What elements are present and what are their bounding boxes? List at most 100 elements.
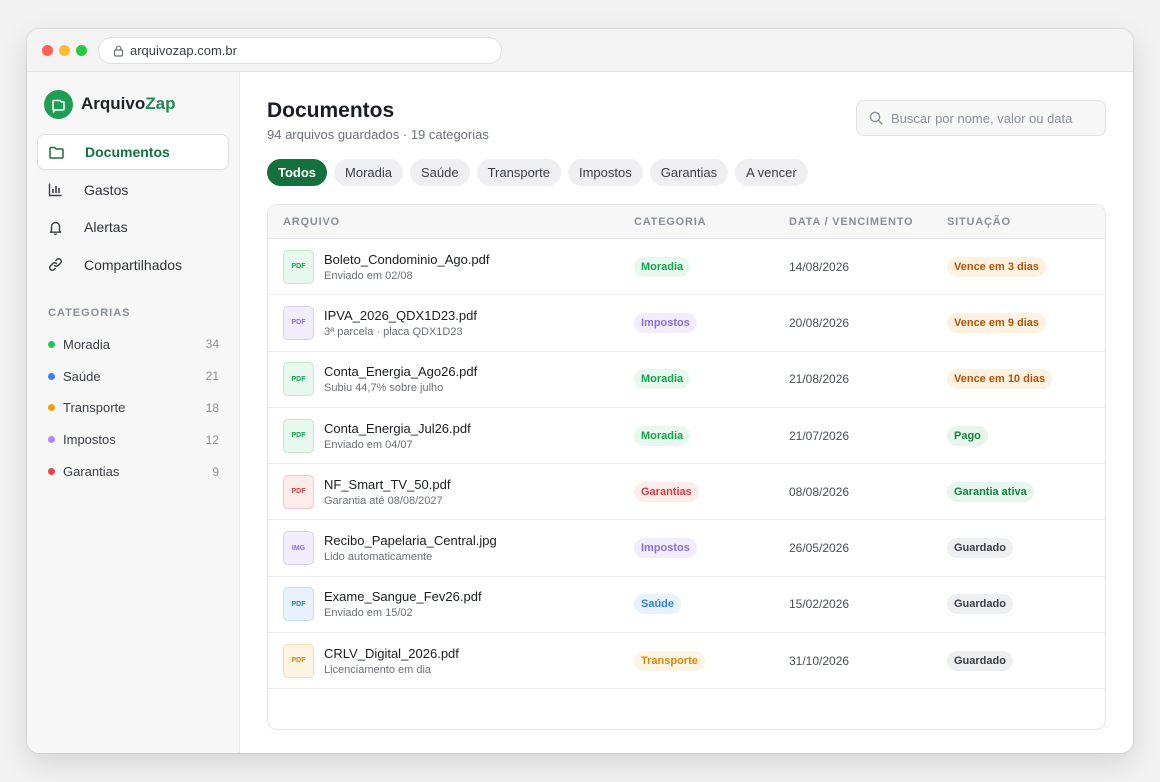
file-subtitle: Enviado em 02/08: [324, 269, 413, 282]
sidebar-item-alertas[interactable]: Alertas: [37, 209, 229, 245]
file-subtitle: Licenciamento em dia: [324, 663, 432, 676]
file-cell: PDF Conta_Energia_Ago26.pdf Subiu 44,7% so…: [268, 362, 634, 397]
sidebar-item-compartilhados[interactable]: Compartilhados: [37, 247, 229, 283]
file-name[interactable]: CRLV_Digital_2026.pdf: [324, 646, 459, 661]
address-bar[interactable]: arquivozap.com.br: [98, 37, 502, 64]
category-item-garantias[interactable]: Garantias 9: [37, 456, 229, 488]
filter-chip-garantias[interactable]: Garantias: [649, 159, 729, 186]
table-row[interactable]: PDF IPVA_2026_QDX1D23.pdf 3ª parcela · pla…: [268, 295, 1105, 352]
date-cell: 21/08/2026: [789, 370, 947, 388]
table-row[interactable]: PDF Conta_Energia_Jul26.pdf Enviado em 04/…: [268, 408, 1105, 465]
brand-name-accent: Zap: [145, 94, 176, 113]
file-name[interactable]: Recibo_Papelaria_Central.jpg: [324, 533, 497, 548]
table-row[interactable]: PDF Conta_Energia_Ago26.pdf Subiu 44,7% so…: [268, 352, 1105, 408]
bell-icon: [47, 219, 74, 236]
image-file-icon: IMG: [283, 531, 314, 566]
filter-chip-moradia[interactable]: Moradia: [334, 159, 403, 186]
column-header-status[interactable]: SITUAÇÃO: [947, 216, 1105, 228]
file-name[interactable]: Conta_Energia_Ago26.pdf: [324, 364, 477, 379]
category-badge[interactable]: Saúde: [634, 594, 682, 615]
page-title: Documentos: [267, 99, 395, 122]
categories-heading: CATEGORIAS: [48, 306, 131, 319]
sidebar-item-label: Documentos: [85, 144, 170, 160]
table-row[interactable]: PDF Exame_Sangue_Fev26.pdf Enviado em 15/0…: [268, 577, 1105, 634]
close-window-button[interactable]: [42, 45, 53, 56]
filter-chip-saude[interactable]: Saúde: [410, 159, 470, 186]
table-row[interactable]: PDF Boleto_Condominio_Ago.pdf Enviado em 0…: [268, 239, 1105, 296]
file-name[interactable]: Exame_Sangue_Fev26.pdf: [324, 589, 482, 604]
pdf-file-icon: PDF: [283, 362, 314, 397]
due-date: 31/10/2026: [789, 653, 850, 668]
filter-chip-todos[interactable]: Todos: [267, 159, 328, 186]
status-cell: Guardado: [947, 594, 1105, 615]
category-badge[interactable]: Moradia: [634, 369, 691, 390]
search-input[interactable]: Buscar por nome, valor ou data: [856, 100, 1106, 136]
table-row[interactable]: IMG Recibo_Papelaria_Central.jpg Lido auto…: [268, 520, 1105, 577]
minimize-window-button[interactable]: [59, 45, 70, 56]
file-text: Recibo_Papelaria_Central.jpg Lido automat…: [324, 533, 497, 563]
category-cell: Transporte: [634, 650, 789, 671]
file-text: Boleto_Condominio_Ago.pdf Enviado em 02/0…: [324, 252, 490, 282]
category-item-saude[interactable]: Saúde 21: [37, 360, 229, 392]
category-badge[interactable]: Transporte: [634, 650, 705, 671]
category-cell: Moradia: [634, 425, 789, 446]
date-cell: 26/05/2026: [789, 539, 947, 557]
file-subtitle: Garantia até 08/08/2027: [324, 494, 443, 507]
category-badge[interactable]: Impostos: [634, 538, 697, 559]
folder-icon: [48, 144, 75, 161]
file-subtitle: Lido automaticamente: [324, 551, 433, 564]
category-count: 12: [205, 432, 219, 447]
category-count: 34: [205, 337, 219, 352]
table-row[interactable]: PDF CRLV_Digital_2026.pdf Licenciamento em…: [268, 633, 1105, 690]
filter-chip-impostos[interactable]: Impostos: [567, 159, 643, 186]
file-text: Conta_Energia_Ago26.pdf Subiu 44,7% sobre…: [324, 364, 477, 394]
status-cell: Pago: [947, 425, 1105, 446]
category-color-dot: [48, 372, 55, 380]
status-badge: Vence em 10 dias: [947, 369, 1053, 390]
date-cell: 14/08/2026: [789, 258, 947, 276]
maximize-window-button[interactable]: [76, 45, 87, 56]
pdf-file-icon: PDF: [283, 305, 314, 340]
table-row[interactable]: PDF NF_Smart_TV_50.pdf Garantia até 08/08/…: [268, 464, 1105, 521]
filter-chip-a-vencer[interactable]: A vencer: [735, 159, 808, 186]
column-header-file[interactable]: ARQUIVO: [268, 216, 634, 228]
file-name[interactable]: Conta_Energia_Jul26.pdf: [324, 421, 471, 436]
pdf-file-icon: PDF: [283, 587, 314, 622]
file-text: IPVA_2026_QDX1D23.pdf 3ª parcela · placa …: [324, 308, 477, 338]
sidebar-item-documentos[interactable]: Documentos: [37, 134, 229, 170]
sidebar-item-gastos[interactable]: Gastos: [37, 172, 229, 208]
category-item-transporte[interactable]: Transporte 18: [37, 392, 229, 424]
brand[interactable]: ArquivoZap: [44, 89, 229, 119]
browser-window: arquivozap.com.br ArquivoZap Documentos G…: [27, 29, 1133, 753]
category-label: Garantias: [63, 464, 120, 480]
category-badge[interactable]: Garantias: [634, 481, 699, 502]
category-badge[interactable]: Impostos: [634, 312, 697, 333]
status-badge: Guardado: [947, 650, 1013, 671]
pdf-file-icon: PDF: [283, 474, 314, 509]
file-name[interactable]: Boleto_Condominio_Ago.pdf: [324, 252, 490, 267]
date-cell: 20/08/2026: [789, 314, 947, 332]
category-badge[interactable]: Moradia: [634, 425, 691, 446]
category-cell: Moradia: [634, 369, 789, 390]
file-name[interactable]: IPVA_2026_QDX1D23.pdf: [324, 308, 477, 323]
file-name[interactable]: NF_Smart_TV_50.pdf: [324, 477, 450, 492]
category-label: Moradia: [63, 336, 110, 352]
status-badge: Vence em 9 dias: [947, 312, 1046, 333]
category-item-impostos[interactable]: Impostos 12: [37, 424, 229, 456]
column-header-category[interactable]: CATEGORIA: [634, 216, 789, 228]
due-date: 21/08/2026: [789, 372, 850, 387]
filter-chip-transporte[interactable]: Transporte: [476, 159, 561, 186]
file-cell: PDF IPVA_2026_QDX1D23.pdf 3ª parcela · pla…: [268, 305, 634, 340]
status-badge: Guardado: [947, 594, 1013, 615]
due-date: 20/08/2026: [789, 315, 850, 330]
category-label: Saúde: [63, 368, 101, 384]
sidebar-item-label: Alertas: [84, 219, 128, 235]
category-item-moradia[interactable]: Moradia 34: [37, 329, 229, 361]
column-header-date[interactable]: DATA / VENCIMENTO: [789, 216, 947, 228]
file-subtitle: Enviado em 04/07: [324, 438, 413, 451]
category-cell: Moradia: [634, 256, 789, 277]
category-badge[interactable]: Moradia: [634, 256, 691, 277]
bar-chart-icon: [47, 181, 74, 198]
file-subtitle: Subiu 44,7% sobre julho: [324, 382, 444, 395]
url-text: arquivozap.com.br: [130, 43, 237, 58]
